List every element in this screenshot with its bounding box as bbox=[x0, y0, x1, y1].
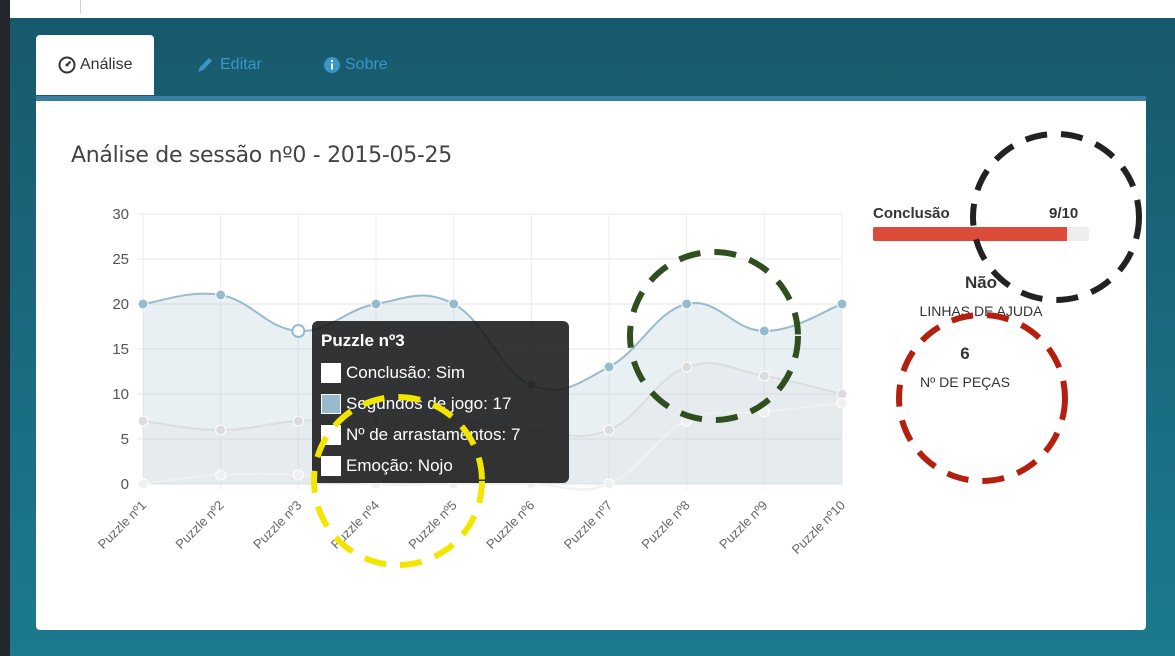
y-tick-label: 20 bbox=[112, 296, 129, 313]
tooltip-row-seconds: Segundos de jogo: 17 bbox=[321, 393, 511, 415]
tooltip-row-text: Emoção: Nojo bbox=[346, 456, 453, 475]
y-tick-label: 25 bbox=[112, 251, 129, 268]
series-point bbox=[681, 361, 693, 373]
chart-tooltip: Puzzle nº3 Conclusão: Sim Segundos de jo… bbox=[312, 321, 569, 483]
series-point bbox=[137, 478, 149, 490]
series-point bbox=[137, 415, 149, 427]
pencil-icon bbox=[196, 56, 216, 74]
x-tick-label: Puzzle nº2 bbox=[172, 498, 226, 552]
y-tick-label: 15 bbox=[112, 341, 129, 358]
window-edge bbox=[0, 0, 10, 656]
x-tick-label: Puzzle nº8 bbox=[638, 498, 692, 552]
pieces-label: Nº DE PEÇAS bbox=[920, 374, 1010, 390]
tooltip-row-emotion: Emoção: Nojo bbox=[321, 455, 453, 477]
x-tick-label: Puzzle nº4 bbox=[328, 498, 382, 552]
tooltip-row-text: Nº de arrastamentos: 7 bbox=[346, 425, 521, 444]
series-point bbox=[758, 370, 770, 382]
series-point bbox=[603, 424, 615, 436]
conclusion-value: 9/10 bbox=[1049, 205, 1079, 222]
series-point bbox=[603, 478, 615, 490]
tooltip-row-drags: Nº de arrastamentos: 7 bbox=[321, 424, 520, 446]
tooltip-row-text: Segundos de jogo: 17 bbox=[346, 394, 512, 413]
tooltip-row-text: Conclusão: Sim bbox=[346, 363, 466, 382]
analysis-panel: Análise de sessão nº0 - 2015-05-25 0 5 10 1… bbox=[36, 101, 1146, 630]
y-tick-label: 10 bbox=[112, 386, 129, 403]
series-point bbox=[603, 361, 615, 373]
tab-editar-label: Editar bbox=[220, 56, 262, 73]
tooltip-swatch bbox=[321, 456, 341, 476]
series-point bbox=[836, 397, 848, 409]
series-point bbox=[836, 298, 848, 310]
tooltip-swatch bbox=[321, 363, 341, 383]
tooltip-row-conclusion: Conclusão: Sim bbox=[321, 362, 465, 384]
tab-analise-label: Análise bbox=[80, 56, 133, 73]
conclusion-progress-fill bbox=[873, 227, 1068, 241]
x-tick-label: Puzzle nº7 bbox=[561, 498, 615, 552]
x-tick-label: Puzzle nº3 bbox=[250, 498, 304, 552]
x-tick-label: Puzzle nº6 bbox=[483, 498, 537, 552]
tab-sobre[interactable]: Sobre bbox=[323, 35, 388, 95]
series-point bbox=[681, 298, 693, 310]
pieces-value: 6 bbox=[960, 344, 970, 363]
dashboard-icon bbox=[58, 56, 76, 74]
session-stats: Conclusão 9/10 Não LINHAS DE AJUDA 6 Nº … bbox=[873, 101, 1133, 501]
series-point bbox=[370, 298, 382, 310]
series-point bbox=[292, 469, 304, 481]
tab-sobre-label: Sobre bbox=[345, 56, 388, 73]
y-tick-label: 5 bbox=[121, 431, 129, 448]
series-point bbox=[215, 289, 227, 301]
conclusion-progress-bar bbox=[873, 227, 1089, 241]
series-point bbox=[681, 415, 693, 427]
series-point bbox=[137, 298, 149, 310]
x-tick-label: Puzzle nº9 bbox=[716, 498, 770, 552]
top-divider bbox=[80, 0, 81, 14]
conclusion-label: Conclusão bbox=[873, 205, 950, 222]
series-point bbox=[758, 325, 770, 337]
tooltip-title: Puzzle nº3 bbox=[321, 331, 405, 350]
tab-analise[interactable]: Análise bbox=[36, 35, 155, 95]
info-circle-icon bbox=[323, 56, 341, 74]
series-point bbox=[292, 415, 304, 427]
tab-editar[interactable]: Editar bbox=[196, 35, 262, 95]
hovered-point bbox=[291, 324, 306, 338]
help-lines-value: Não bbox=[964, 273, 998, 292]
tooltip-swatch bbox=[321, 425, 341, 445]
series-point bbox=[215, 424, 227, 436]
top-bar bbox=[10, 0, 1175, 18]
x-tick-label: Puzzle nº5 bbox=[405, 498, 459, 552]
series-point bbox=[448, 298, 460, 310]
x-tick-label: Puzzle nº1 bbox=[95, 498, 149, 552]
x-tick-label: Puzzle nº10 bbox=[789, 498, 848, 557]
series-point bbox=[215, 469, 227, 481]
y-tick-label: 0 bbox=[121, 476, 129, 493]
help-lines-label: LINHAS DE AJUDA bbox=[919, 303, 1043, 319]
series-point bbox=[758, 406, 770, 418]
tooltip-swatch bbox=[321, 394, 341, 414]
y-tick-label: 30 bbox=[112, 206, 129, 223]
